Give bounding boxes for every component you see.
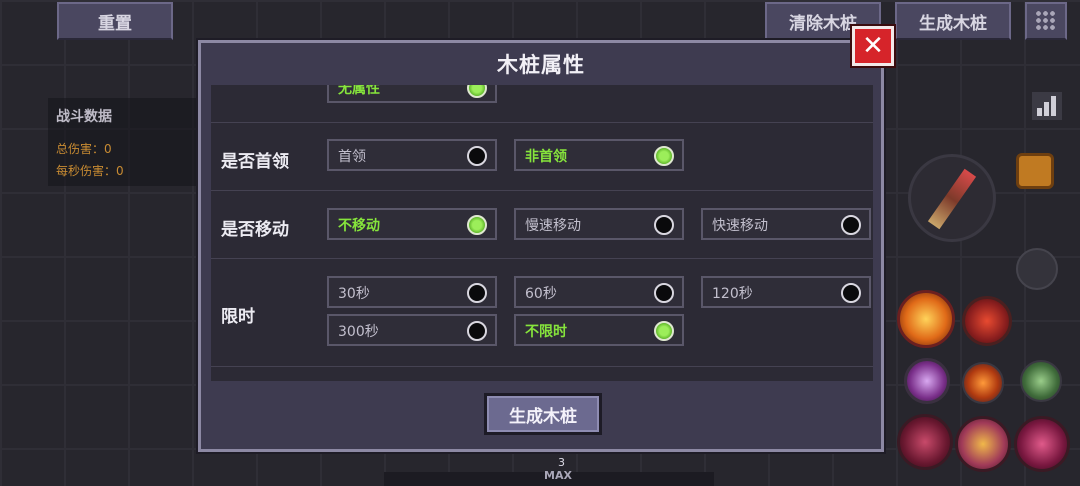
- option-300s[interactable]: 300秒: [327, 314, 497, 346]
- option-no-move[interactable]: 不移动: [327, 208, 497, 240]
- radio-icon: [654, 283, 674, 303]
- summon-skill-icon[interactable]: [1020, 360, 1062, 402]
- menu-grid-button[interactable]: [1025, 2, 1067, 40]
- option-label: 慢速移动: [525, 218, 581, 234]
- radio-icon: [467, 283, 487, 303]
- time-limit-row: 限时 30秒 60秒 120秒 300秒 不限时: [211, 259, 873, 367]
- grid-icon: [1035, 10, 1057, 32]
- option-30s[interactable]: 30秒: [327, 276, 497, 308]
- radio-selected-icon: [467, 215, 487, 235]
- radio-selected-icon: [467, 85, 487, 98]
- attribute-row: 无属性: [211, 85, 873, 123]
- dialog-title: 木桩属性: [497, 53, 585, 77]
- option-60s[interactable]: 60秒: [514, 276, 684, 308]
- reset-button[interactable]: 重置: [57, 2, 173, 40]
- option-120s[interactable]: 120秒: [701, 276, 871, 308]
- stats-title: 战斗数据: [56, 109, 112, 125]
- radio-icon: [654, 215, 674, 235]
- stats-chart-icon[interactable]: [1032, 92, 1062, 120]
- ability-slot-icon[interactable]: [897, 414, 953, 470]
- properties-list[interactable]: 无属性 是否首领 首领 非首领 是否移动 不移动 慢速移动 快速移动 限时 30…: [211, 85, 873, 381]
- backpack-icon[interactable]: [1016, 153, 1054, 189]
- option-label: 首领: [338, 149, 366, 165]
- option-non-boss[interactable]: 非首领: [514, 139, 684, 171]
- option-fast-move[interactable]: 快速移动: [701, 208, 871, 240]
- option-boss[interactable]: 首领: [327, 139, 497, 171]
- total-damage-text: 总伤害：0: [56, 142, 112, 156]
- hotbar-max-label: MAX: [544, 469, 572, 482]
- dummy-properties-dialog: 木桩属性 无属性 是否首领 首领 非首领 是否移动 不移动 慢速移动 快速移动 …: [198, 40, 884, 452]
- option-label: 120秒: [712, 286, 753, 302]
- combat-stats-panel: 战斗数据 总伤害：0 每秒伤害：0: [48, 98, 196, 186]
- radio-selected-icon: [654, 146, 674, 166]
- generate-dummy-button[interactable]: 生成木桩: [484, 393, 602, 435]
- close-icon[interactable]: ✕: [852, 26, 894, 66]
- weapon-slot-icon[interactable]: [908, 154, 996, 242]
- option-label: 不限时: [525, 324, 567, 340]
- fire-skill-icon[interactable]: [897, 290, 955, 348]
- sword-icon[interactable]: [1016, 248, 1058, 290]
- option-label: 300秒: [338, 324, 379, 340]
- radio-icon: [841, 215, 861, 235]
- option-label: 60秒: [525, 286, 557, 302]
- boss-row: 是否首领 首领 非首领: [211, 123, 873, 191]
- option-label: 无属性: [338, 85, 380, 97]
- crystal-skill-icon[interactable]: [904, 358, 950, 404]
- hotbar-level: 3: [558, 456, 565, 469]
- option-label: 30秒: [338, 286, 370, 302]
- radio-icon: [467, 321, 487, 341]
- row-label-movement: 是否移动: [221, 220, 289, 240]
- claw-skill-icon[interactable]: [962, 296, 1012, 346]
- option-unlimited[interactable]: 不限时: [514, 314, 684, 346]
- ability-slot-icon[interactable]: [955, 416, 1011, 472]
- option-slow-move[interactable]: 慢速移动: [514, 208, 684, 240]
- ability-slot-icon[interactable]: [1014, 416, 1070, 472]
- radio-icon: [467, 146, 487, 166]
- radio-selected-icon: [654, 321, 674, 341]
- row-label-boss: 是否首领: [221, 152, 289, 172]
- movement-row: 是否移动 不移动 慢速移动 快速移动: [211, 191, 873, 259]
- option-label: 非首领: [525, 149, 567, 165]
- generate-dummy-top-button[interactable]: 生成木桩: [895, 2, 1011, 40]
- potion-icon[interactable]: [962, 362, 1004, 404]
- row-label-time-limit: 限时: [221, 307, 255, 327]
- radio-icon: [841, 283, 861, 303]
- dps-text: 每秒伤害：0: [56, 164, 124, 178]
- option-label: 快速移动: [712, 218, 768, 234]
- option-no-attribute[interactable]: 无属性: [327, 85, 497, 103]
- option-label: 不移动: [338, 218, 380, 234]
